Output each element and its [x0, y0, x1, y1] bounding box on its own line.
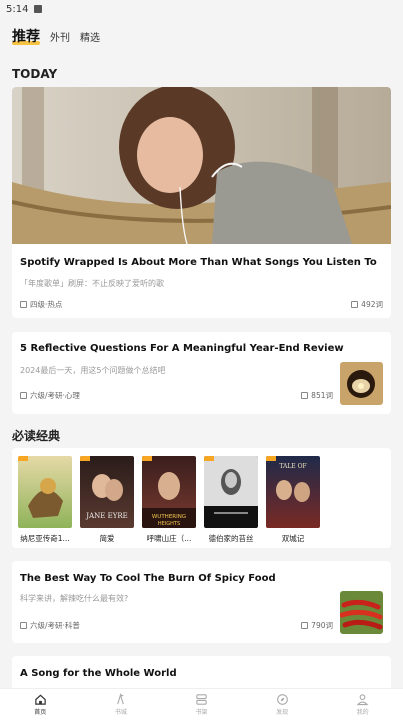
user-icon [356, 694, 369, 706]
book-cover: TALE OF [266, 456, 320, 528]
tab-foreign-journals[interactable]: 外刊 [50, 29, 70, 48]
article-title: Spotify Wrapped Is About More Than What … [20, 257, 377, 268]
nav-home[interactable]: 首页 [20, 693, 60, 716]
article-card-2[interactable]: 5 Reflective Questions For A Meaningful … [12, 332, 391, 414]
home-icon [35, 694, 46, 705]
book-item[interactable]: WUTHERING HEIGHTS 呼啸山庄（... [142, 456, 196, 544]
book-title: 呼啸山庄（... [146, 534, 192, 543]
nav-profile[interactable]: 我的 [343, 693, 383, 716]
nav-bookstore[interactable]: 书城 [101, 693, 141, 716]
article-level: 四级·热点 [30, 300, 63, 309]
word-count-icon [301, 622, 309, 629]
svg-text:HEIGHTS: HEIGHTS [158, 521, 180, 527]
article-title: 5 Reflective Questions For A Meaningful … [20, 343, 344, 354]
status-time: 5:14 [6, 3, 29, 15]
article-subtitle: 「年度歌单」刷屏：不止反映了爱听的歌 [20, 279, 164, 288]
shelf-icon [196, 694, 207, 705]
article-thumbnail [340, 362, 383, 405]
hero-image [12, 87, 391, 244]
article-word-count: 790词 [311, 621, 333, 630]
article-title: A Song for the Whole World [20, 668, 177, 679]
article-subtitle: 2024最后一天，用这5个问题做个总结吧 [20, 366, 166, 375]
tab-recommend[interactable]: 推荐 [12, 26, 40, 48]
article-title: The Best Way To Cool The Burn Of Spicy F… [20, 573, 276, 584]
word-count-icon [301, 392, 309, 399]
classics-card: 纳尼亚传奇1... JANE EYRE 简爱 WUTHERING HEIGHTS … [12, 448, 391, 548]
book-cover: WUTHERING HEIGHTS [142, 456, 196, 528]
word-count-icon [351, 301, 359, 308]
nav-label: 发现 [276, 709, 289, 716]
notification-icon [34, 5, 43, 13]
book-icon [117, 693, 125, 705]
book-item[interactable]: JANE EYRE 简爱 [80, 456, 134, 544]
article-word-count: 492词 [361, 300, 383, 309]
book-cover: JANE EYRE [80, 456, 134, 528]
status-bar: 5:14 [0, 0, 403, 18]
article-subtitle: 科学来讲，解辣吃什么最有效? [20, 594, 129, 603]
book-title: 双城记 [281, 534, 305, 543]
svg-text:TALE OF: TALE OF [279, 463, 306, 470]
top-tabs: 推荐 外刊 精选 [0, 18, 403, 48]
level-icon [20, 622, 27, 629]
svg-text:JANE EYRE: JANE EYRE [85, 512, 127, 520]
nav-label: 书城 [114, 709, 127, 716]
book-title: 纳尼亚传奇1... [20, 534, 70, 543]
book-cover [18, 456, 72, 528]
classics-heading: 必读经典 [12, 429, 61, 443]
book-item[interactable]: 德伯家的苔丝 [204, 456, 258, 544]
article-word-count: 851词 [311, 391, 333, 400]
book-title: 简爱 [99, 534, 115, 543]
article-level: 六级/考研·心理 [30, 391, 80, 400]
nav-discover[interactable]: 发现 [262, 693, 302, 716]
article-card-3[interactable]: The Best Way To Cool The Burn Of Spicy F… [12, 561, 391, 643]
book-title: 德伯家的苔丝 [208, 534, 254, 543]
book-item[interactable]: 纳尼亚传奇1... [18, 456, 72, 544]
article-card-1[interactable]: Spotify Wrapped Is About More Than What … [12, 87, 391, 318]
nav-label: 书架 [195, 709, 208, 716]
svg-text:WUTHERING: WUTHERING [152, 514, 186, 520]
article-level: 六级/考研·科普 [30, 621, 80, 630]
book-cover [204, 456, 258, 528]
level-icon [20, 301, 27, 308]
book-item[interactable]: TALE OF 双城记 [266, 456, 320, 544]
nav-label: 首页 [34, 709, 47, 716]
nav-bookshelf[interactable]: 书架 [181, 693, 221, 716]
tab-featured[interactable]: 精选 [80, 29, 100, 48]
level-icon [20, 392, 27, 399]
compass-icon [276, 694, 288, 705]
nav-label: 我的 [356, 709, 369, 716]
today-heading: TODAY [12, 67, 58, 81]
bottom-navigation: 首页 书城 书架 发现 我的 [0, 688, 403, 720]
article-thumbnail [340, 591, 383, 634]
